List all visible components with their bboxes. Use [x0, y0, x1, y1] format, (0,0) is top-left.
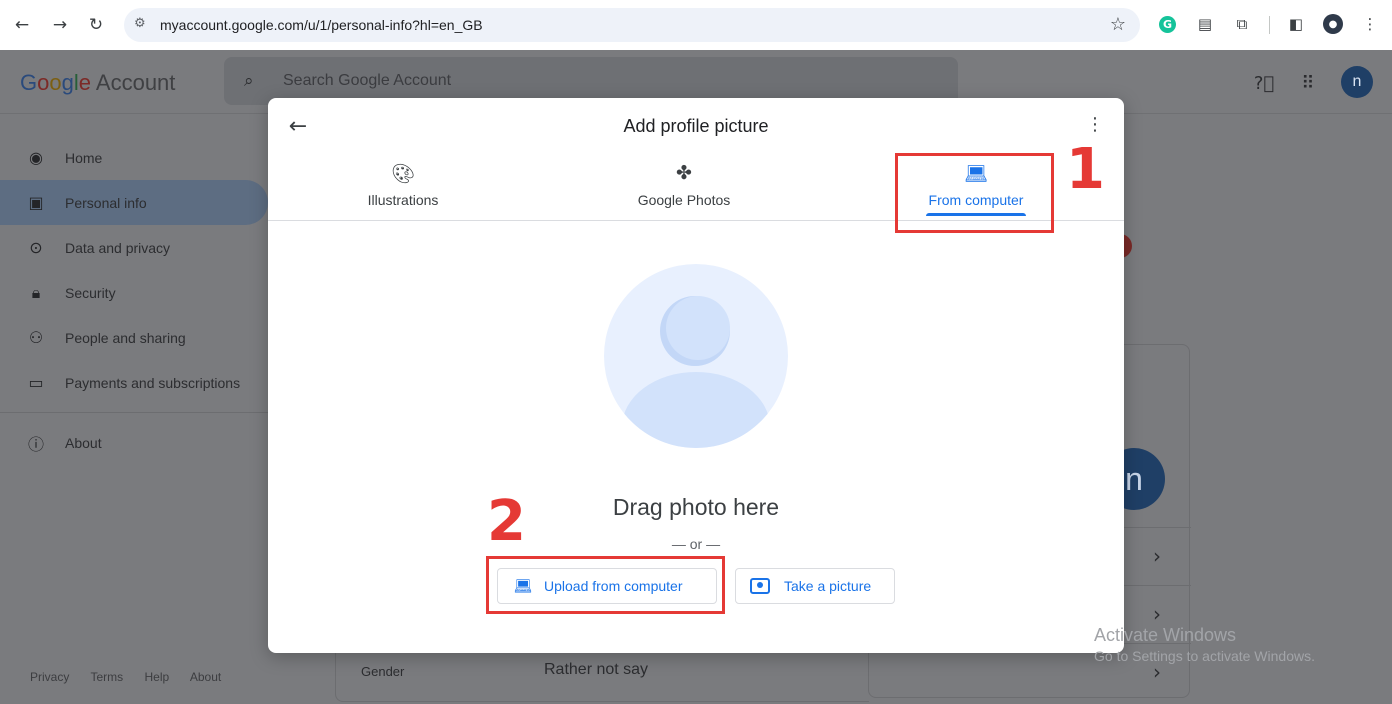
chevron-right-icon: ›: [1153, 602, 1161, 626]
sidebar-item-label: About: [65, 434, 102, 451]
footer-terms-link[interactable]: Terms: [90, 670, 123, 684]
toggle-icon: ⊙: [29, 238, 43, 257]
dialog-title: Add profile picture: [623, 116, 769, 136]
footer-about-link[interactable]: About: [190, 670, 221, 684]
annotation-number-1: 1: [1066, 137, 1105, 202]
sidebar-item-payments[interactable]: ▭ Payments and subscriptions: [0, 360, 268, 405]
pinwheel-icon: ✤: [676, 162, 692, 184]
tab-google-photos[interactable]: ✤ Google Photos: [624, 156, 744, 220]
take-a-picture-button[interactable]: Take a picture: [735, 568, 895, 604]
credit-card-icon: ▭: [28, 373, 44, 392]
gender-value: Rather not say: [544, 661, 649, 678]
browser-toolbar: ← → ↻ ⚙ myaccount.google.com/u/1/persona…: [0, 0, 1392, 50]
url-text[interactable]: myaccount.google.com/u/1/personal-info?h…: [160, 17, 483, 33]
palette-icon: 🎨︎: [390, 163, 416, 185]
extension-icon[interactable]: ▤: [1195, 14, 1215, 34]
footer-help-link[interactable]: Help: [144, 670, 169, 684]
sidebar-item-data-privacy[interactable]: ⊙ Data and privacy: [0, 225, 268, 270]
sidebar-item-label: Data and privacy: [65, 239, 171, 256]
back-arrow-icon[interactable]: ←: [10, 13, 34, 37]
sidebar-item-security[interactable]: 🔒︎ Security: [0, 270, 268, 315]
sidebar-item-people-sharing[interactable]: ⚇ People and sharing: [0, 315, 268, 360]
sidebar-item-label: Personal info: [65, 194, 147, 211]
activate-windows-watermark: Activate Windows Go to Settings to activ…: [1094, 625, 1315, 664]
help-icon[interactable]: ?⃝: [1252, 71, 1276, 95]
avatar-body: [622, 372, 770, 448]
footer-links: Privacy Terms Help About: [30, 670, 239, 684]
puzzle-icon[interactable]: ⧉: [1232, 14, 1252, 34]
watermark-subtitle: Go to Settings to activate Windows.: [1094, 648, 1315, 664]
gender-label: Gender: [361, 664, 405, 679]
address-bar[interactable]: ⚙ myaccount.google.com/u/1/personal-info…: [124, 8, 1140, 42]
account-avatar[interactable]: n: [1341, 66, 1373, 98]
search-placeholder: Search Google Account: [283, 72, 452, 89]
google-account-logo[interactable]: Google Account: [20, 70, 175, 96]
profile-icon[interactable]: ●: [1323, 14, 1343, 34]
forward-arrow-icon[interactable]: →: [48, 13, 72, 37]
avatar-head: [666, 296, 730, 360]
site-settings-icon[interactable]: ⚙: [134, 16, 146, 31]
sidebar-item-about[interactable]: ⓘ About: [0, 420, 268, 465]
toolbar-divider: [1269, 16, 1270, 34]
or-divider: — or —: [671, 536, 721, 552]
people-icon: ⚇: [28, 328, 44, 347]
lock-icon: 🔒︎: [31, 282, 41, 302]
annotation-number-2: 2: [487, 489, 526, 554]
sidebar-item-label: People and sharing: [65, 329, 186, 346]
camera-icon: [750, 578, 770, 594]
search-icon: ⌕: [244, 71, 254, 91]
sidebar-item-label: Security: [65, 284, 116, 301]
tab-label: Google Photos: [637, 192, 731, 208]
annotation-box-2: [486, 556, 725, 614]
footer-privacy-link[interactable]: Privacy: [30, 670, 69, 684]
annotation-box-1: [895, 153, 1054, 233]
sidebar-item-home[interactable]: ◉ Home: [0, 135, 268, 180]
sidebar-item-label: Payments and subscriptions: [65, 374, 241, 391]
drag-photo-text: Drag photo here: [612, 494, 780, 520]
gender-row[interactable]: Gender Rather not say: [335, 652, 869, 702]
tab-label: Illustrations: [367, 192, 439, 208]
grammarly-icon[interactable]: G: [1159, 16, 1176, 33]
account-circle-icon: ◉: [29, 148, 43, 167]
sidebar-divider: [0, 412, 268, 413]
side-panel-icon[interactable]: ◧: [1286, 14, 1306, 34]
reload-icon[interactable]: ↻: [84, 13, 108, 37]
tab-illustrations[interactable]: 🎨︎ Illustrations: [348, 156, 458, 220]
apps-grid-icon[interactable]: ⠿: [1296, 71, 1320, 95]
more-options-icon[interactable]: ⋮: [1086, 114, 1104, 135]
bookmark-star-icon[interactable]: ☆: [1110, 14, 1126, 35]
watermark-title: Activate Windows: [1094, 625, 1237, 645]
sidebar-nav: ◉ Home ▣ Personal info ⊙ Data and privac…: [0, 135, 268, 465]
sidebar-item-label: Home: [65, 149, 103, 166]
badge-icon: ▣: [28, 193, 44, 212]
chevron-right-icon: ›: [1153, 544, 1161, 568]
camera-button-label: Take a picture: [784, 578, 872, 594]
placeholder-avatar: [604, 264, 788, 448]
kebab-menu-icon[interactable]: ⋮: [1360, 14, 1380, 34]
sidebar-item-personal-info[interactable]: ▣ Personal info: [0, 180, 268, 225]
info-icon: ⓘ: [27, 434, 44, 454]
